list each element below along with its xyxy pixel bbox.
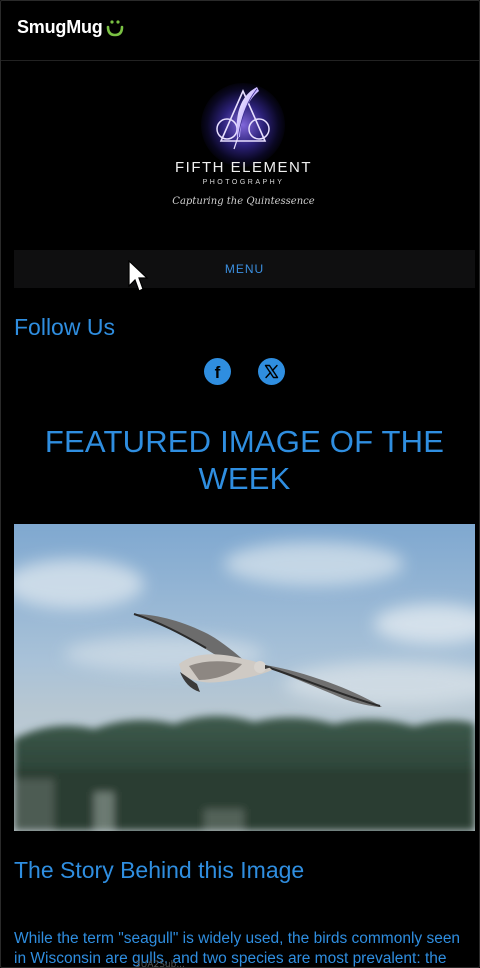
- facebook-link[interactable]: f: [204, 358, 231, 385]
- feather-icon: [216, 87, 270, 150]
- story-line-1: While the term "seagull" is widely used,…: [14, 930, 461, 947]
- menu-button[interactable]: MENU: [14, 250, 475, 288]
- story-line-2: in Wisconsin are gulls, and two species …: [14, 950, 447, 967]
- smile-icon: [106, 19, 123, 36]
- follow-us-heading: Follow Us: [14, 314, 115, 340]
- brand-name: SmugMug: [17, 17, 103, 37]
- featured-heading: FEATURED IMAGE OF THE WEEK: [44, 424, 445, 496]
- overlay-stray-text: 3UA2Sub...: [135, 960, 185, 968]
- facebook-icon: f: [214, 362, 221, 382]
- page-frame: SmugMug FIFTH ELEMENT PHOTOGRAPHY Captur…: [0, 0, 480, 968]
- site-logo[interactable]: FIFTH ELEMENT PHOTOGRAPHY Capturing the …: [171, 81, 316, 219]
- story-heading: The Story Behind this Image: [14, 857, 305, 883]
- x-icon: [264, 364, 279, 379]
- x-link[interactable]: [258, 358, 285, 385]
- smugmug-brand[interactable]: SmugMug: [17, 17, 124, 38]
- menu-label: MENU: [224, 262, 265, 276]
- story-paragraph: While the term "seagull" is widely used,…: [14, 929, 479, 967]
- mouse-cursor-icon: [128, 260, 149, 292]
- logo-tagline: Capturing the Quintessence: [172, 196, 315, 207]
- featured-image-seagull[interactable]: [14, 524, 475, 831]
- logo-subtitle: PHOTOGRAPHY: [202, 179, 285, 186]
- logo-name: FIFTH ELEMENT: [174, 159, 312, 176]
- top-bar: SmugMug: [1, 1, 479, 61]
